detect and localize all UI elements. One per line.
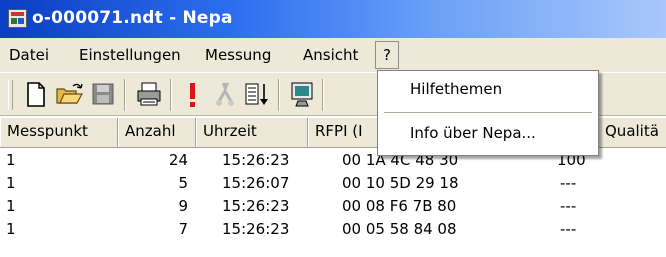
save-icon[interactable] [88, 79, 118, 109]
cell-uhrzeit: 15:26:23 [222, 220, 290, 238]
window-title: o-000071.ndt - Nepa [32, 8, 233, 28]
cell-rfpi: 00 10 5D 29 18 [342, 174, 459, 192]
table-row[interactable]: 1 7 15:26:23 00 05 58 84 08 --- [0, 220, 666, 241]
alert-icon[interactable] [178, 79, 208, 109]
title-bar[interactable]: o-000071.ndt - Nepa [0, 0, 666, 38]
menu-ansicht[interactable]: Ansicht [303, 46, 358, 64]
column-header-qualitaet[interactable]: Qualitä [598, 118, 666, 147]
menu-messung[interactable]: Messung [205, 46, 271, 64]
cell-rfpi: 00 08 F6 7B 80 [342, 197, 457, 215]
toolbar-separator [278, 79, 280, 111]
toolbar-grip[interactable] [8, 80, 13, 110]
cell-anzahl: 24 [168, 151, 188, 169]
cell-qualitaet: --- [560, 220, 577, 238]
menu-einstellungen[interactable]: Einstellungen [79, 46, 181, 64]
cell-messpunkt: 1 [6, 197, 16, 215]
cell-anzahl: 5 [178, 174, 188, 192]
table-row[interactable]: 1 5 15:26:07 00 10 5D 29 18 --- [0, 174, 666, 195]
column-header-messpunkt[interactable]: Messpunkt [0, 118, 118, 147]
toolbar-separator [124, 79, 126, 111]
print-icon[interactable] [134, 79, 164, 109]
menu-help[interactable]: ? [375, 41, 399, 69]
cell-rfpi: 00 05 58 84 08 [342, 220, 457, 238]
cell-messpunkt: 1 [6, 220, 16, 238]
table-row-partial[interactable] [0, 243, 666, 257]
help-dropdown-menu: Hilfethemen Info über Nepa... [377, 70, 599, 156]
cell-uhrzeit: 15:26:23 [222, 197, 290, 215]
cell-qualitaet: --- [560, 197, 577, 215]
toolbar-separator [322, 79, 324, 111]
open-folder-icon[interactable] [54, 79, 84, 109]
cell-messpunkt: 1 [6, 174, 16, 192]
table-row[interactable]: 1 9 15:26:23 00 08 F6 7B 80 --- [0, 197, 666, 218]
cell-anzahl: 7 [178, 220, 188, 238]
new-file-icon[interactable] [20, 79, 50, 109]
device-icon[interactable] [288, 79, 318, 109]
menu-separator [384, 112, 592, 113]
menu-datei[interactable]: Datei [9, 46, 49, 64]
column-header-uhrzeit[interactable]: Uhrzeit [196, 118, 308, 147]
delete-icon[interactable] [210, 79, 240, 109]
cell-uhrzeit: 15:26:23 [222, 151, 290, 169]
app-icon[interactable] [8, 9, 27, 28]
toolbar-separator [170, 79, 172, 111]
menu-item-hilfethemen[interactable]: Hilfethemen [410, 80, 502, 98]
menu-bar: Datei Einstellungen Messung Ansicht [0, 38, 666, 72]
column-header-anzahl[interactable]: Anzahl [118, 118, 196, 147]
cell-uhrzeit: 15:26:07 [222, 174, 290, 192]
cell-messpunkt: 1 [6, 151, 16, 169]
cell-qualitaet: --- [560, 174, 577, 192]
cell-anzahl: 9 [178, 197, 188, 215]
menu-item-info[interactable]: Info über Nepa... [410, 124, 536, 142]
sort-icon[interactable] [242, 79, 272, 109]
